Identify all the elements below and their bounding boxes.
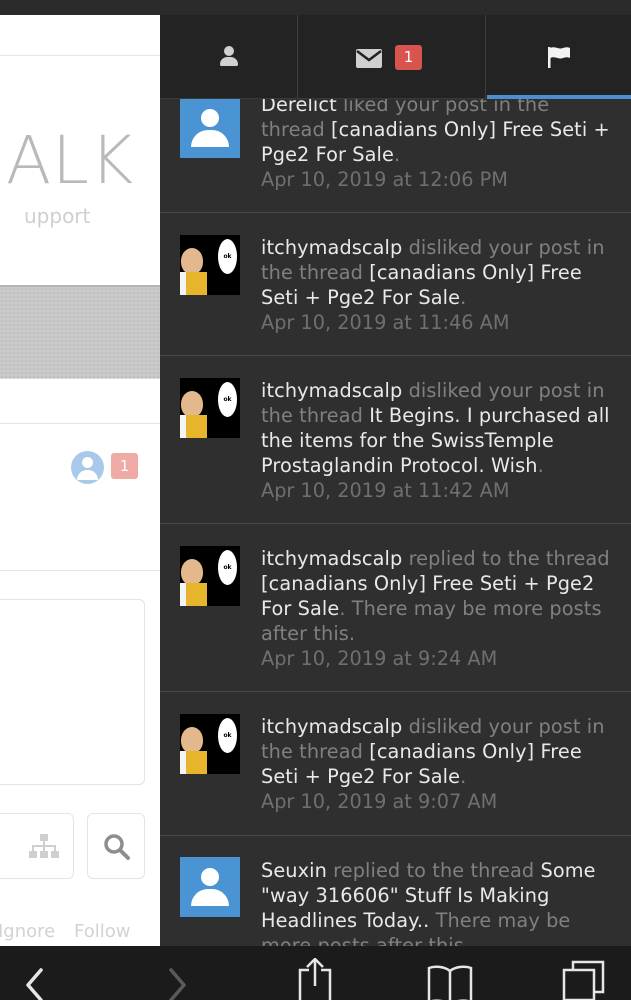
alert-date: Apr 10, 2019 at 12:06 PM (261, 168, 508, 191)
alert-text: itchymadscalp disliked your post in the … (261, 378, 613, 478)
avatar[interactable]: ok (180, 546, 240, 606)
alert-text: Derelict liked your post in the thread [… (261, 92, 613, 167)
tab-account[interactable] (160, 15, 298, 99)
tab-inbox[interactable]: 1 (299, 15, 486, 99)
alert-item[interactable]: ok itchymadscalp disliked your post in t… (160, 356, 631, 524)
divider (0, 570, 160, 571)
alert-item[interactable]: ok itchymadscalp replied to the thread [… (160, 524, 631, 692)
notification-badge[interactable]: 1 (111, 453, 138, 479)
share-icon (298, 958, 332, 1000)
alert-text: itchymadscalp replied to the thread [can… (261, 546, 613, 646)
sitemap-button[interactable] (0, 813, 74, 879)
avatar[interactable] (180, 857, 240, 917)
tab-alerts[interactable] (487, 15, 631, 99)
alert-item[interactable]: ok itchymadscalp disliked your post in t… (160, 213, 631, 356)
browser-toolbar (0, 946, 631, 1000)
active-tab-indicator (487, 95, 631, 99)
alert-text: itchymadscalp disliked your post in the … (261, 714, 613, 789)
search-icon (104, 834, 130, 860)
alerts-drawer: Derelict liked your post in the thread [… (160, 15, 631, 946)
ignore-link[interactable]: Ignore (0, 921, 55, 942)
alert-user[interactable]: Seuxin (261, 859, 327, 882)
alert-suffix: . (460, 765, 467, 788)
tabs-button[interactable] (555, 946, 615, 1000)
inbox-badge: 1 (395, 45, 422, 70)
alert-user[interactable]: itchymadscalp (261, 236, 402, 259)
site-tagline: upport (24, 204, 91, 228)
site-logo-text: ALK (6, 122, 135, 199)
alert-suffix: . (460, 286, 467, 309)
alert-text: itchymadscalp disliked your post in the … (261, 235, 613, 310)
drawer-tabs: 1 (160, 15, 631, 99)
alert-user[interactable]: itchymadscalp (261, 547, 402, 570)
avatar[interactable]: ok (180, 235, 240, 295)
alert-user[interactable]: itchymadscalp (261, 379, 402, 402)
account-icon[interactable] (71, 451, 104, 484)
alert-action: replied to the thread (402, 547, 610, 570)
alert-action: replied to the thread (326, 859, 541, 882)
site-header: ALK upport (0, 55, 160, 297)
avatar[interactable]: ok (180, 714, 240, 774)
alert-item[interactable]: ok itchymadscalp disliked your post in t… (160, 692, 631, 836)
alert-date: Apr 10, 2019 at 9:24 AM (261, 647, 498, 670)
nav-band (0, 285, 160, 379)
search-button[interactable] (87, 813, 145, 879)
back-icon (26, 968, 43, 1000)
bookmarks-button[interactable] (420, 946, 480, 1000)
mail-icon (356, 49, 382, 68)
alert-date: Apr 10, 2019 at 11:42 AM (261, 479, 510, 502)
user-icon (219, 46, 239, 66)
forward-button[interactable] (160, 946, 200, 1000)
forward-icon (169, 968, 186, 1000)
alert-suffix: . (393, 143, 401, 166)
tabs-icon (562, 960, 605, 1000)
share-button[interactable] (290, 946, 340, 1000)
screen: ALK upport 1 Ignore Follow Derelict like… (0, 0, 631, 1000)
avatar[interactable]: ok (180, 378, 240, 438)
background-page: ALK upport 1 Ignore Follow (0, 15, 160, 946)
avatar[interactable] (180, 98, 240, 158)
content-box (0, 599, 145, 785)
alert-item[interactable]: Seuxin replied to the thread Some "way 3… (160, 836, 631, 946)
back-button[interactable] (20, 946, 60, 1000)
alert-text: Seuxin replied to the thread Some "way 3… (261, 858, 613, 946)
alert-user[interactable]: itchymadscalp (261, 715, 402, 738)
alert-date: Apr 10, 2019 at 11:46 AM (261, 311, 510, 334)
divider (0, 423, 160, 424)
alert-suffix: . (537, 454, 544, 477)
flag-icon (548, 47, 570, 68)
alert-date: Apr 10, 2019 at 9:07 AM (261, 790, 498, 813)
follow-link[interactable]: Follow (74, 921, 130, 942)
sitemap-icon (29, 834, 59, 858)
bookmarks-icon (427, 965, 473, 1000)
status-bar (0, 0, 631, 15)
